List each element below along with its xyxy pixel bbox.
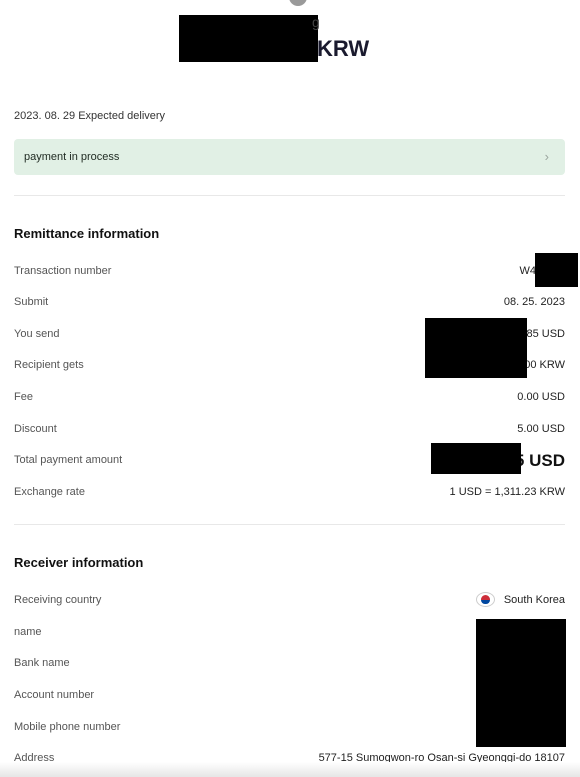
avatar: [289, 0, 307, 6]
exchange-rate-value: 1 USD = 1,311.23 KRW: [449, 486, 565, 498]
account-number-label: Account number: [14, 689, 95, 701]
chevron-right-icon: ›: [544, 149, 549, 164]
exchange-rate-label: Exchange rate: [14, 486, 85, 498]
divider: [14, 195, 565, 196]
redacted-transaction-number: [535, 253, 578, 287]
submit-date-value: 08. 25. 2023: [503, 296, 565, 308]
you-send-label: You send: [14, 328, 60, 340]
remittance-section-title: Remittance information: [14, 226, 160, 241]
fee-label: Fee: [14, 391, 33, 403]
total-payment-label: Total payment amount: [14, 454, 123, 466]
you-send-value: 85 USD: [526, 328, 565, 340]
expected-delivery-text: 2023. 08. 29 Expected delivery: [14, 110, 166, 122]
payment-status-label: payment in process: [24, 151, 120, 163]
total-payment-value: 5 USD: [514, 451, 565, 470]
recipient-gets-value: 00 KRW: [524, 359, 565, 371]
bottom-shadow: [0, 762, 580, 777]
mobile-phone-label: Mobile phone number: [14, 721, 121, 733]
redacted-total-payment: [431, 443, 521, 474]
transaction-number-value: W4: [519, 265, 537, 277]
redacted-receiver-details: [476, 619, 566, 747]
redacted-amount: [179, 15, 318, 62]
discount-label: Discount: [14, 423, 57, 435]
south-korea-flag-icon: [477, 593, 494, 606]
recipient-gets-label: Recipient gets: [14, 359, 84, 371]
receiving-country-value: South Korea: [503, 594, 565, 606]
redacted-send-receive-amounts: [425, 318, 527, 378]
amount-partial: g: [312, 14, 320, 30]
recipient-name-label: name: [14, 626, 42, 638]
amount-currency: KRW: [317, 36, 370, 61]
receiver-section-title: Receiver information: [14, 555, 144, 570]
divider: [14, 524, 565, 525]
submit-label: Submit: [14, 296, 49, 308]
fee-value: 0.00 USD: [517, 391, 565, 403]
payment-status-button[interactable]: payment in process ›: [14, 139, 565, 175]
discount-value: 5.00 USD: [517, 423, 565, 435]
transaction-number-label: Transaction number: [14, 265, 112, 277]
receiving-country-label: Receiving country: [14, 594, 102, 606]
bank-name-label: Bank name: [14, 657, 70, 669]
